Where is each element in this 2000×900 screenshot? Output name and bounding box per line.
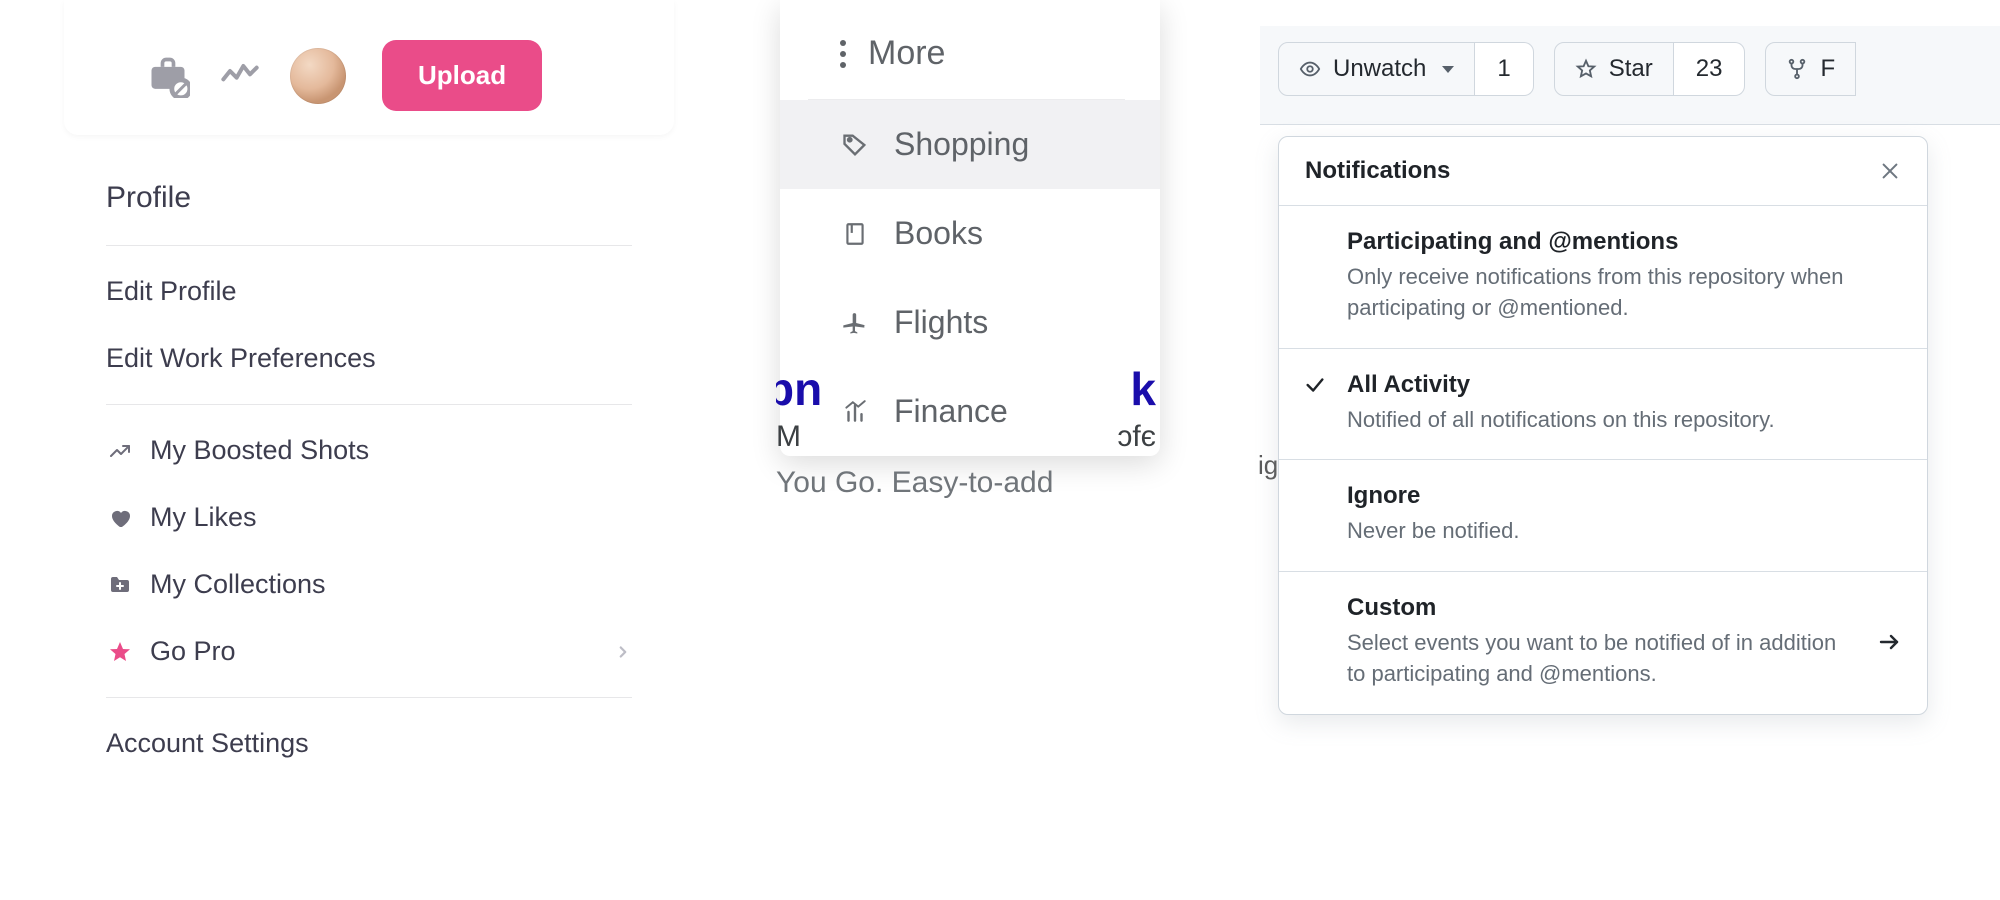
star-outline-icon	[1575, 58, 1597, 80]
option-title: Participating and @mentions	[1347, 228, 1901, 256]
heart-icon	[106, 504, 134, 532]
menu-label: My Collections	[150, 569, 326, 600]
more-header[interactable]: More	[780, 0, 1160, 99]
option-desc: Notified of all notifications on this re…	[1347, 405, 1775, 436]
menu-edit-profile[interactable]: Edit Profile	[106, 258, 632, 325]
option-title: Custom	[1347, 594, 1859, 622]
menu-label: My Likes	[150, 502, 257, 533]
watch-count[interactable]: 1	[1475, 42, 1533, 96]
option-desc: Only receive notifications from this rep…	[1347, 262, 1901, 324]
popover-title: Notifications	[1305, 157, 1450, 185]
topbar: Upload	[64, 0, 674, 135]
folder-plus-icon	[106, 571, 134, 599]
caret-down-icon	[1442, 66, 1454, 73]
fork-button[interactable]: F	[1765, 42, 1856, 96]
avatar[interactable]	[290, 48, 346, 104]
more-label: More	[868, 34, 945, 73]
close-button[interactable]	[1879, 160, 1901, 182]
more-item-books[interactable]: Books	[780, 189, 1160, 278]
divider	[106, 697, 632, 698]
menu-account-settings[interactable]: Account Settings	[106, 710, 632, 777]
button-label: Unwatch	[1333, 55, 1426, 83]
menu-label: Go Pro	[150, 636, 236, 667]
repo-buttons-bar: Unwatch 1 Star 23	[1260, 26, 2000, 125]
more-menu: More Shopping Books Flights	[780, 0, 1160, 456]
finance-icon	[840, 397, 870, 427]
check-slot	[1301, 482, 1329, 547]
menu-my-collections[interactable]: My Collections	[106, 551, 632, 618]
item-label: Shopping	[894, 126, 1029, 163]
eye-icon	[1299, 58, 1321, 80]
upload-button[interactable]: Upload	[382, 40, 542, 111]
menu-label: Profile	[106, 181, 191, 215]
notif-option-all-activity[interactable]: All Activity Notified of all notificatio…	[1279, 349, 1927, 461]
repo-actions-panel: Unwatch 1 Star 23	[1260, 26, 2000, 125]
star-button[interactable]: Star	[1554, 42, 1674, 96]
menu-label: Account Settings	[106, 728, 309, 759]
menu-my-likes[interactable]: My Likes	[106, 484, 632, 551]
profile-dropdown-panel: Upload Profile Edit Profile Edit Work Pr…	[64, 0, 674, 797]
activity-icon[interactable]	[218, 54, 262, 98]
option-title: Ignore	[1347, 482, 1519, 510]
bg-text: You Go. Easy-to-add	[776, 466, 1156, 500]
menu-edit-work-prefs[interactable]: Edit Work Preferences	[106, 325, 632, 392]
more-item-flights[interactable]: Flights	[780, 278, 1160, 367]
option-title: All Activity	[1347, 371, 1775, 399]
item-label: Flights	[894, 304, 988, 341]
more-dropdown-panel: ɒnk Mɔfє You Go. Easy-to-add More Shoppi…	[780, 0, 1160, 456]
star-group: Star 23	[1554, 42, 1746, 96]
more-vert-icon	[840, 40, 846, 68]
chevron-right-icon	[614, 643, 632, 661]
divider	[106, 404, 632, 405]
menu-label: My Boosted Shots	[150, 435, 369, 466]
notif-option-custom[interactable]: Custom Select events you want to be noti…	[1279, 572, 1927, 714]
menu-label: Edit Profile	[106, 276, 237, 307]
menu-boosted-shots[interactable]: My Boosted Shots	[106, 417, 632, 484]
button-label: F	[1820, 55, 1835, 83]
fork-group: F	[1765, 42, 1856, 96]
bg-text: ig	[1258, 450, 1278, 481]
star-icon	[106, 638, 134, 666]
notif-option-ignore[interactable]: Ignore Never be notified.	[1279, 460, 1927, 572]
menu-go-pro[interactable]: Go Pro	[106, 618, 632, 685]
plane-icon	[840, 308, 870, 338]
divider	[106, 245, 632, 246]
check-slot	[1301, 228, 1329, 324]
tag-icon	[840, 130, 870, 160]
notif-option-participating[interactable]: Participating and @mentions Only receive…	[1279, 206, 1927, 349]
popover-header: Notifications	[1279, 137, 1927, 206]
item-label: Finance	[894, 393, 1008, 430]
profile-menu: Profile Edit Profile Edit Work Preferenc…	[64, 135, 674, 797]
menu-profile[interactable]: Profile	[106, 163, 632, 233]
item-label: Books	[894, 215, 983, 252]
button-label: Star	[1609, 55, 1653, 83]
more-item-finance[interactable]: Finance	[780, 367, 1160, 456]
check-slot	[1301, 594, 1329, 690]
more-item-shopping[interactable]: Shopping	[780, 100, 1160, 189]
watch-group: Unwatch 1	[1278, 42, 1534, 96]
notifications-popover: Notifications Participating and @mention…	[1278, 136, 1928, 715]
briefcase-off-icon[interactable]	[146, 54, 190, 98]
unwatch-button[interactable]: Unwatch	[1278, 42, 1475, 96]
book-icon	[840, 219, 870, 249]
option-desc: Select events you want to be notified of…	[1347, 628, 1859, 690]
star-count[interactable]: 23	[1674, 42, 1746, 96]
arrow-right-icon	[1877, 630, 1901, 654]
fork-icon	[1786, 58, 1808, 80]
check-icon	[1301, 371, 1329, 436]
menu-label: Edit Work Preferences	[106, 343, 376, 374]
trend-up-icon	[106, 437, 134, 465]
option-desc: Never be notified.	[1347, 516, 1519, 547]
